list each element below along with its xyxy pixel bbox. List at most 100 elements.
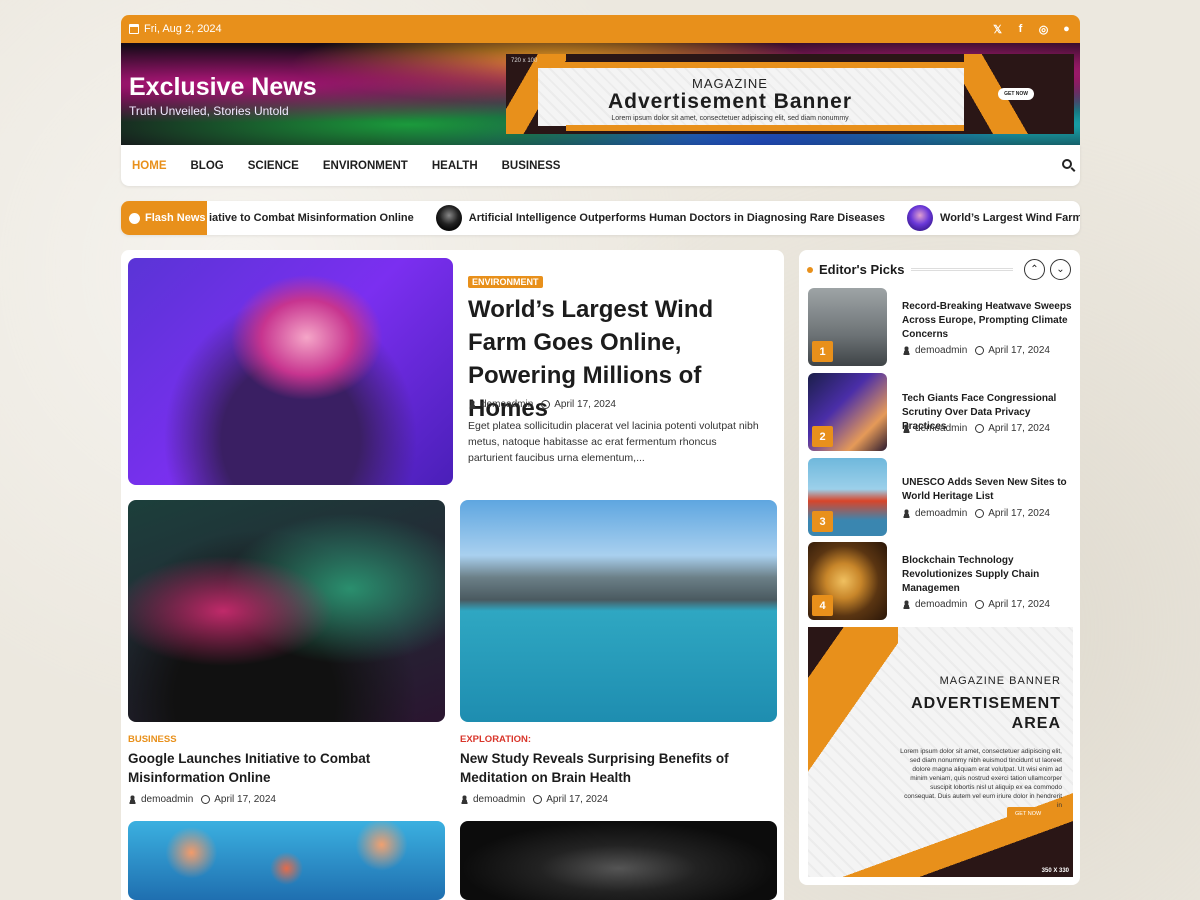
user-icon (460, 795, 469, 804)
post-date[interactable]: April 17, 2024 (988, 345, 1050, 356)
card-image[interactable] (128, 500, 445, 722)
author-link[interactable]: demoadmin (141, 794, 193, 805)
date-display: Fri, Aug 2, 2024 (129, 23, 222, 35)
sidebar-title: Editor's Picks (819, 262, 905, 277)
chevron-down-icon[interactable]: ⌄ (1050, 259, 1071, 280)
ad-kicker: MAGAZINE (692, 76, 768, 91)
post-date[interactable]: April 17, 2024 (546, 794, 608, 805)
user-icon (128, 795, 137, 804)
ticker-item[interactable]: iative to Combat Misinformation Online (209, 212, 414, 224)
pick-image[interactable]: 3 (808, 458, 887, 536)
ad-size-label: 350 X 330 (1041, 868, 1069, 874)
nav-item-blog[interactable]: BLOG (191, 160, 224, 172)
pick-image[interactable]: 2 (808, 373, 887, 451)
pick-number: 4 (812, 595, 833, 616)
author-link[interactable]: demoadmin (473, 794, 525, 805)
user-icon (902, 346, 911, 355)
post-date[interactable]: April 17, 2024 (988, 508, 1050, 519)
author-link[interactable]: demoadmin (915, 423, 967, 434)
ticker-item[interactable]: World’s Largest Wind Farm Goes Online, P… (907, 205, 1080, 231)
ticker-item[interactable]: Artificial Intelligence Outperforms Huma… (435, 205, 886, 231)
calendar-icon (129, 24, 139, 34)
clock-icon (975, 600, 985, 609)
post-date[interactable]: April 17, 2024 (988, 599, 1050, 610)
flash-news-text: Flash News (145, 212, 206, 224)
card-category[interactable]: BUSINESS (128, 734, 177, 745)
main-nav: HOME BLOG SCIENCE ENVIRONMENT HEALTH BUS… (121, 145, 1080, 186)
flash-news-label: Flash News (121, 201, 207, 235)
author-link[interactable]: demoadmin (915, 345, 967, 356)
pick-image[interactable]: 4 (808, 542, 887, 620)
site-header: Exclusive News Truth Unveiled, Stories U… (121, 43, 1080, 145)
news-ticker: iative to Combat Misinformation Online A… (207, 205, 1080, 231)
pick-title[interactable]: Record-Breaking Heatwave Sweeps Across E… (902, 300, 1074, 342)
card-meta: demoadmin April 17, 2024 (128, 794, 276, 805)
user-icon (902, 424, 911, 433)
pick-meta: demoadmin April 17, 2024 (902, 423, 1050, 434)
card-image[interactable] (128, 821, 445, 900)
sidebar: Editor's Picks ⌃ ⌄ 1 Record-Breaking Hea… (799, 250, 1080, 885)
author-link[interactable]: demoadmin (915, 599, 967, 610)
instagram-icon[interactable]: ◎ (1038, 23, 1049, 36)
ad-body: Lorem ipsum dolor sit amet, consectetuer… (611, 115, 849, 122)
ad-get-now-button[interactable]: GET NOW (1007, 807, 1050, 821)
ticker-item-text: World’s Largest Wind Farm Goes Online, P… (940, 212, 1080, 224)
ad-get-now-button[interactable]: GET NOW (998, 88, 1034, 100)
featured-image[interactable] (128, 258, 453, 485)
author-link[interactable]: demoadmin (481, 399, 533, 410)
x-icon[interactable]: 𝕏 (992, 23, 1003, 36)
clock-icon (541, 400, 551, 409)
post-date[interactable]: April 17, 2024 (988, 423, 1050, 434)
top-bar: Fri, Aug 2, 2024 𝕏 f ◎ ● (121, 15, 1080, 43)
facebook-icon[interactable]: f (1015, 23, 1026, 35)
date-text: Fri, Aug 2, 2024 (144, 23, 222, 35)
nav-item-home[interactable]: HOME (132, 160, 167, 172)
clock-icon (975, 424, 985, 433)
card-title[interactable]: Google Launches Initiative to Combat Mis… (128, 749, 428, 787)
ad-headline-line1: ADVERTISEMENT (911, 695, 1061, 712)
ad-size-label: 720 x 100 (511, 58, 538, 64)
sidebar-advertisement[interactable]: MAGAZINE BANNER ADVERTISEMENT AREA Lorem… (808, 627, 1073, 877)
clock-icon (975, 509, 985, 518)
ad-orange-bar (566, 125, 996, 131)
search-icon[interactable] (1062, 159, 1072, 169)
card-image[interactable] (460, 500, 777, 722)
flash-news-bar: Flash News iative to Combat Misinformati… (121, 201, 1080, 235)
card-category[interactable]: EXPLORATION: (460, 734, 531, 745)
sidebar-heading: Editor's Picks (807, 262, 904, 277)
clock-icon (533, 795, 543, 804)
featured-excerpt: Eget platea sollicitudin placerat vel la… (468, 420, 759, 464)
ad-headline-line2: AREA (1011, 715, 1061, 732)
nav-item-business[interactable]: BUSINESS (502, 160, 561, 172)
post-date[interactable]: April 17, 2024 (554, 399, 616, 410)
author-link[interactable]: demoadmin (915, 508, 967, 519)
featured-category-badge[interactable]: ENVIRONMENT (468, 276, 543, 288)
nav-item-science[interactable]: SCIENCE (248, 160, 299, 172)
card-image[interactable] (460, 821, 777, 900)
nav-item-environment[interactable]: ENVIRONMENT (323, 160, 408, 172)
chevron-up-icon[interactable]: ⌃ (1024, 259, 1045, 280)
pick-meta: demoadmin April 17, 2024 (902, 345, 1050, 356)
pick-title[interactable]: Blockchain Technology Revolutionizes Sup… (902, 554, 1074, 596)
pick-meta: demoadmin April 17, 2024 (902, 599, 1050, 610)
pick-image[interactable]: 1 (808, 288, 887, 366)
ad-kicker: MAGAZINE BANNER (939, 675, 1061, 687)
ad-orange-bar (546, 62, 966, 68)
pick-number: 1 (812, 341, 833, 362)
reddit-icon[interactable]: ● (1061, 23, 1072, 35)
site-title[interactable]: Exclusive News (129, 73, 317, 102)
pick-title[interactable]: UNESCO Adds Seven New Sites to World Her… (902, 476, 1074, 504)
ticker-item-text: Artificial Intelligence Outperforms Huma… (468, 212, 886, 224)
clock-icon (975, 346, 985, 355)
ticker-item-text: iative to Combat Misinformation Online (209, 212, 414, 224)
ticker-thumbnail (435, 205, 462, 231)
card-title[interactable]: New Study Reveals Surprising Benefits of… (460, 749, 760, 787)
site-tagline: Truth Unveiled, Stories Untold (129, 104, 289, 118)
nav-item-health[interactable]: HEALTH (432, 160, 478, 172)
social-links: 𝕏 f ◎ ● (992, 23, 1072, 36)
post-date[interactable]: April 17, 2024 (214, 794, 276, 805)
heading-dot (807, 266, 813, 273)
header-advertisement[interactable]: 720 x 100 MAGAZINE Advertisement Banner … (506, 54, 1074, 134)
pick-number: 2 (812, 426, 833, 447)
featured-meta: demoadmin April 17, 2024 (468, 399, 616, 410)
